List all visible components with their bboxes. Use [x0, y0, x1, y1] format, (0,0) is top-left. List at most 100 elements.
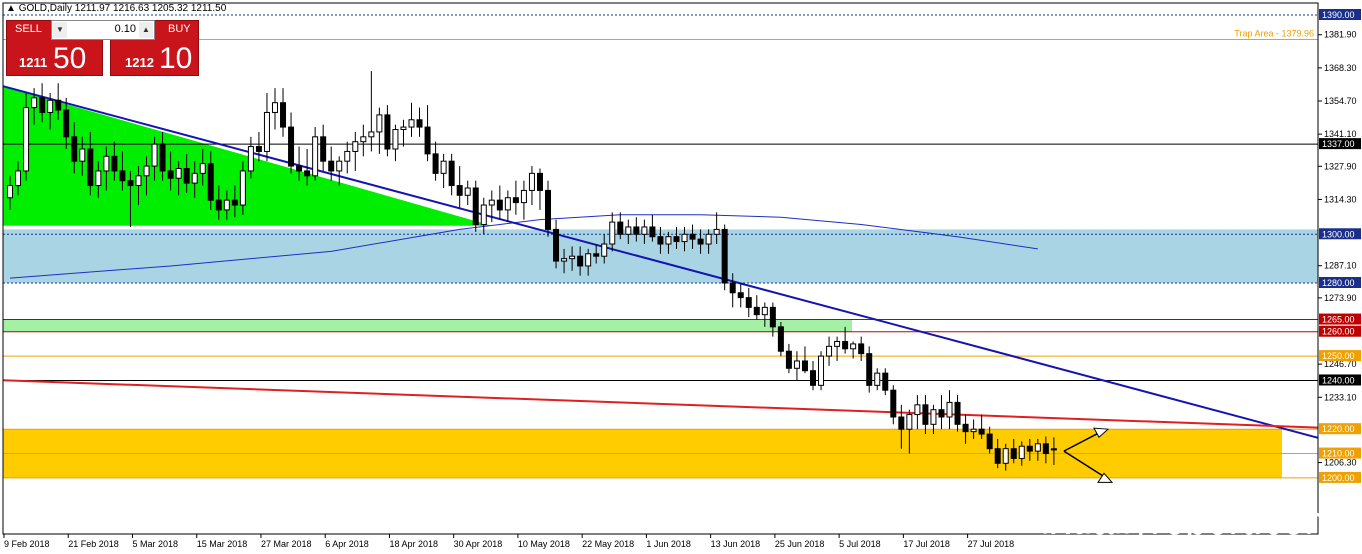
- candle-body: [745, 297, 752, 308]
- candle-body: [368, 131, 375, 138]
- candle-body: [55, 99, 62, 111]
- candle-body: [930, 409, 937, 425]
- candle-body: [464, 187, 471, 196]
- candle-body: [761, 306, 768, 316]
- candle-body: [239, 170, 246, 206]
- x-tick-label: 27 Jul 2018: [968, 539, 1015, 549]
- candle-body: [384, 114, 391, 150]
- x-tick-label: 13 Jun 2018: [711, 539, 761, 549]
- watermark-text: fxdailyreport.com: [1040, 500, 1337, 543]
- candle-body: [520, 189, 527, 204]
- x-tick-label: 9 Feb 2018: [4, 539, 50, 549]
- candle-body: [601, 243, 608, 257]
- candle-body: [593, 253, 600, 257]
- candle-body: [352, 141, 359, 152]
- candle-body: [633, 226, 640, 235]
- candle-body: [392, 129, 399, 150]
- volume-input[interactable]: 0.10: [70, 23, 136, 35]
- candle-body: [970, 428, 977, 433]
- y-tick-label: 1354.70: [1324, 96, 1357, 106]
- x-tick-label: 10 May 2018: [518, 539, 570, 549]
- candle-body: [978, 428, 985, 435]
- candle-body: [135, 175, 142, 187]
- candle-body: [986, 433, 993, 450]
- sell-price-minor: 50: [53, 42, 87, 75]
- candle-body: [842, 340, 849, 350]
- candle-body: [898, 416, 905, 430]
- x-tick-label: 17 Jul 2018: [903, 539, 950, 549]
- candle-body: [906, 414, 913, 430]
- candle-body: [456, 185, 463, 196]
- x-tick-label: 6 Apr 2018: [325, 539, 369, 549]
- candle-body: [191, 172, 198, 184]
- candle-body: [31, 97, 38, 109]
- sell-price-major: 1211: [19, 55, 48, 70]
- zones-layer: [3, 229, 1318, 478]
- candle-body: [954, 401, 961, 425]
- candle-body: [962, 423, 969, 433]
- candle-body: [753, 306, 760, 316]
- y-tick-label: 1381.90: [1324, 30, 1357, 40]
- candle-body: [296, 165, 303, 172]
- candle-body: [810, 370, 816, 386]
- x-tick-label: 18 Apr 2018: [389, 539, 438, 549]
- candle-body: [818, 355, 825, 386]
- candle-body: [288, 126, 295, 167]
- candle-body: [47, 99, 54, 113]
- candle-body: [400, 126, 407, 131]
- candle-body: [681, 233, 688, 243]
- candle-body: [215, 199, 222, 211]
- candle-body: [922, 404, 929, 425]
- candle-body: [304, 170, 311, 177]
- y-tick-label: 1368.30: [1324, 63, 1357, 73]
- candle-body: [159, 143, 166, 172]
- candle-body: [1042, 443, 1049, 455]
- price-chart[interactable]: Trap Area - 1379.96 1381.90 1368.30 1354.7…: [0, 0, 1362, 554]
- candle-body: [424, 126, 431, 155]
- y-tick-label: 1206.30: [1324, 458, 1357, 468]
- candle-body: [1050, 448, 1057, 451]
- candle-body: [569, 255, 576, 260]
- candle-body: [866, 353, 873, 386]
- level-label: 1240.00: [1322, 375, 1355, 385]
- candle-body: [504, 197, 511, 211]
- candle-body: [39, 97, 46, 113]
- collapse-arrow-icon[interactable]: ▲: [6, 3, 16, 14]
- candle-body: [79, 148, 86, 162]
- candle-body: [440, 160, 447, 174]
- one-click-trading-panel: SELL 1211 50 BUY 1212 10 ▼ 0.10 ▲: [6, 20, 199, 76]
- x-tick-label: 25 Jun 2018: [775, 539, 825, 549]
- chevron-up-icon[interactable]: ▲: [139, 22, 153, 38]
- buy-label: BUY: [168, 23, 191, 35]
- candle-body: [641, 226, 648, 235]
- candle-body: [87, 148, 94, 187]
- candle-body: [280, 102, 287, 128]
- candle-body: [561, 258, 568, 262]
- level-label: 1200.00: [1322, 473, 1355, 483]
- candle-body: [488, 199, 495, 206]
- x-tick-label: 21 Feb 2018: [68, 539, 119, 549]
- candle-body: [697, 238, 704, 245]
- volume-stepper[interactable]: ▼ 0.10 ▲: [51, 20, 155, 40]
- candle-body: [63, 109, 70, 138]
- candle-body: [834, 340, 841, 347]
- candle-body: [127, 180, 134, 187]
- x-tick-label: 15 Mar 2018: [197, 539, 248, 549]
- buy-price-major: 1212: [125, 55, 154, 70]
- level-label: 1265.00: [1322, 315, 1355, 325]
- level-label: 1260.00: [1322, 327, 1355, 337]
- candle-body: [1026, 445, 1033, 452]
- level-label: 1280.00: [1322, 278, 1355, 288]
- candle-body: [143, 165, 150, 177]
- candle-body: [247, 146, 254, 172]
- candle-body: [312, 136, 319, 177]
- candle-body: [103, 155, 110, 172]
- candle-body: [721, 228, 728, 284]
- candle-body: [472, 187, 479, 226]
- chevron-down-icon[interactable]: ▼: [53, 22, 67, 38]
- symbol-title: ▲ GOLD,Daily 1211.97 1216.63 1205.32 121…: [6, 3, 226, 14]
- candle-body: [858, 343, 865, 355]
- candle-body: [512, 197, 519, 204]
- level-label: 1300.00: [1322, 229, 1355, 239]
- level-label: 1220.00: [1322, 424, 1355, 434]
